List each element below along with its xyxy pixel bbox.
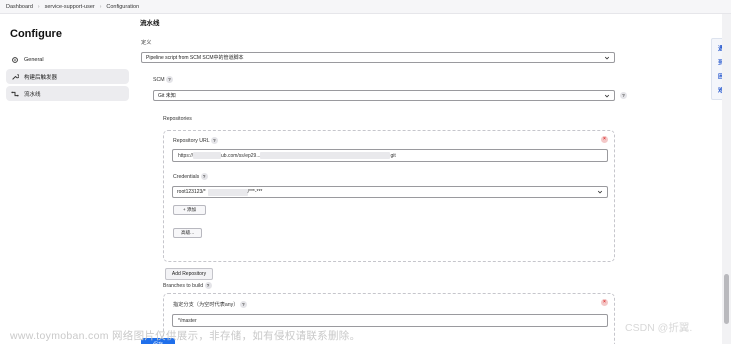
advanced-button[interactable]: 高级...	[173, 228, 202, 238]
scm-select[interactable]: Git 未知	[153, 90, 615, 101]
branch-specifier-label-text: 指定分支（为空时代表any）	[173, 302, 239, 308]
breadcrumb: Dashboard › service-support-user › Confi…	[0, 0, 731, 14]
add-credentials-button[interactable]: + 添加	[173, 205, 206, 215]
pipeline-config-panel: 流水线 定义 Pipeline script from SCM SCM中的管道脚…	[136, 14, 716, 344]
redacted-blur	[193, 152, 222, 159]
credentials-value: root123123/*	[177, 189, 206, 195]
repository-box: × Repository URL ? https:// ub.com/ss/ep…	[163, 130, 615, 262]
redacted-blur	[207, 188, 248, 196]
credentials-suffix: /***-***	[247, 189, 263, 195]
breadcrumb-project[interactable]: service-support-user	[45, 4, 95, 10]
breadcrumb-dashboard[interactable]: Dashboard	[6, 4, 33, 10]
gear-icon	[11, 56, 19, 64]
branches-label: Branches to build ?	[163, 282, 212, 289]
scrollbar-thumb[interactable]	[724, 274, 729, 324]
credentials-label: Credentials ?	[173, 173, 208, 180]
sidebar-item-label: 流水线	[24, 91, 41, 98]
breadcrumb-separator: ›	[37, 3, 40, 10]
repo-url-prefix: https://	[178, 152, 194, 159]
sidebar-item-label: General	[24, 56, 44, 63]
pipeline-icon	[11, 90, 19, 98]
definition-value: Pipeline script from SCM SCM中的管道脚本	[146, 55, 244, 61]
credentials-label-text: Credentials	[173, 173, 200, 180]
help-icon[interactable]: ?	[204, 282, 212, 289]
breadcrumb-separator: ›	[99, 3, 102, 10]
definition-label: 定义	[141, 40, 152, 46]
redacted-blur	[260, 152, 391, 159]
branches-label-text: Branches to build	[163, 282, 204, 289]
breadcrumb-configuration[interactable]: Configuration	[106, 4, 139, 10]
branch-value: */master	[178, 317, 197, 324]
help-icon[interactable]: ?	[165, 76, 173, 83]
page-title: Configure	[10, 28, 62, 40]
add-repository-button[interactable]: Add Repository	[165, 268, 213, 280]
delete-repository-icon[interactable]: ×	[601, 136, 608, 143]
repo-url-label: Repository URL ?	[173, 137, 218, 144]
scm-value: Git 未知	[158, 93, 176, 99]
repo-url-mid: ub.com/ss/ep29...	[221, 152, 261, 159]
sidebar-item-general[interactable]: General	[6, 52, 129, 67]
chevron-down-icon	[597, 190, 603, 194]
help-icon[interactable]: ?	[200, 173, 208, 180]
repo-url-input[interactable]: https:// ub.com/ss/ep29... git	[172, 149, 608, 162]
repo-url-label-text: Repository URL	[173, 137, 210, 144]
chevron-down-icon	[604, 94, 610, 98]
help-icon[interactable]: ?	[239, 301, 247, 309]
definition-select[interactable]: Pipeline script from SCM SCM中的管道脚本	[141, 52, 615, 63]
sidebar-item-label: 构建后触发器	[24, 74, 58, 81]
section-title: 流水线	[140, 20, 160, 27]
watermark-left: www.toymoban.com 网络图片仅供展示，非存储，如有侵权请联系删除。	[10, 330, 361, 342]
credentials-select[interactable]: root123123/* /***-***	[172, 186, 608, 198]
sidebar: Configure General 构建后触发器 流水线	[0, 14, 136, 344]
help-icon[interactable]: ?	[210, 137, 218, 144]
branch-specifier-input[interactable]: */master	[172, 314, 608, 327]
repo-url-suffix: git	[390, 152, 396, 159]
repositories-label: Repositories	[163, 116, 192, 122]
branch-specifier-label: 指定分支（为空时代表any） ?	[173, 301, 247, 309]
delete-branch-icon[interactable]: ×	[601, 299, 608, 306]
watermark-right: CSDN @折翼.	[625, 322, 693, 334]
sidebar-item-pipeline[interactable]: 流水线	[6, 86, 129, 101]
chevron-down-icon	[604, 56, 610, 60]
scm-label-text: SCM	[153, 76, 165, 83]
help-icon[interactable]: ?	[620, 92, 627, 99]
wrench-icon	[11, 73, 19, 81]
sidebar-item-triggers[interactable]: 构建后触发器	[6, 69, 129, 84]
scm-label: SCM ?	[153, 76, 173, 83]
